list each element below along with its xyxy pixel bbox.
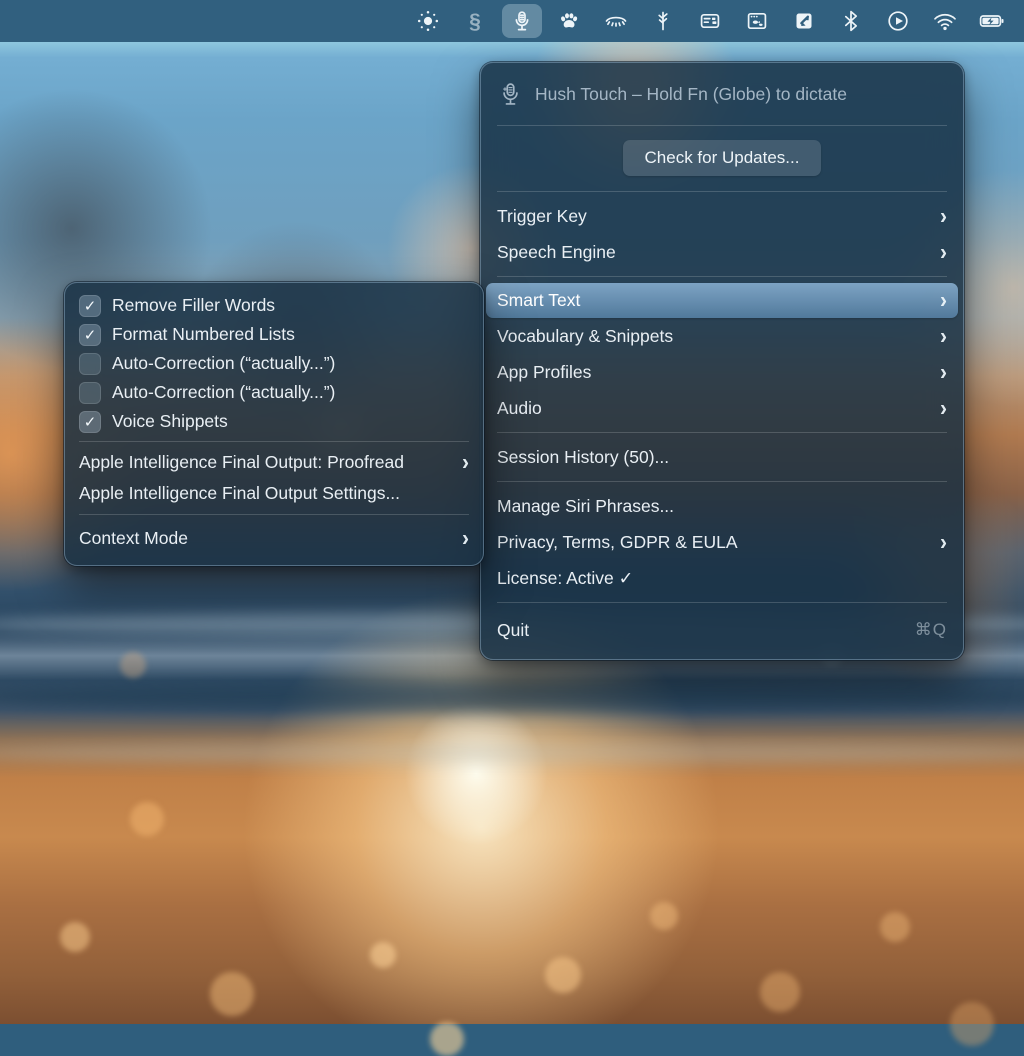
update-button-row: Check for Updates... — [481, 132, 963, 185]
menu-item-session-history[interactable]: Session History (50)... — [481, 439, 963, 475]
squiggle-icon[interactable]: § — [455, 4, 495, 38]
menu-item-speech-engine[interactable]: Speech Engine › — [481, 234, 963, 270]
submenu-item-ai-final-output-proofread[interactable]: Apple Intelligence Final Output: Proofre… — [65, 447, 483, 478]
quit-shortcut: ⌘Q — [915, 620, 947, 640]
submenu-item-voice-shippets[interactable]: ✓ Voice Shippets — [65, 407, 483, 436]
bokeh-light — [120, 652, 146, 678]
shore-foam-band — [0, 742, 1024, 764]
checkbox-unchecked-icon[interactable] — [79, 353, 101, 375]
menu-item-license-status: License: Active ✓ — [481, 560, 963, 596]
bokeh-light — [60, 922, 90, 952]
bokeh-light — [430, 1022, 464, 1056]
wifi-icon[interactable] — [925, 4, 965, 38]
brightness-icon[interactable] — [408, 4, 448, 38]
chevron-right-icon: › — [940, 204, 947, 227]
chevron-right-icon: › — [940, 530, 947, 553]
checkbox-checked-icon[interactable]: ✓ — [79, 295, 101, 317]
keyboard-icon[interactable] — [690, 4, 730, 38]
chevron-right-icon: › — [940, 360, 947, 383]
separator — [497, 276, 947, 277]
check-for-updates-button[interactable]: Check for Updates... — [623, 140, 822, 176]
submenu-item-format-numbered-lists[interactable]: ✓ Format Numbered Lists — [65, 320, 483, 349]
checkbox-checked-icon[interactable]: ✓ — [79, 324, 101, 346]
separator — [497, 125, 947, 126]
bokeh-light — [880, 912, 910, 942]
separator — [497, 191, 947, 192]
separator — [497, 432, 947, 433]
menu-bar: § — [0, 0, 1024, 42]
menu-item-audio[interactable]: Audio › — [481, 390, 963, 426]
sprout-icon[interactable] — [643, 4, 683, 38]
checkbox-unchecked-icon[interactable] — [79, 382, 101, 404]
bokeh-light — [650, 902, 678, 930]
separator — [497, 602, 947, 603]
battery-charging-icon[interactable] — [972, 4, 1012, 38]
menu-item-vocabulary-snippets[interactable]: Vocabulary & Snippets › — [481, 318, 963, 354]
screen-sparkle-icon[interactable] — [737, 4, 777, 38]
menu-header: Hush Touch – Hold Fn (Globe) to dictate — [481, 71, 963, 119]
bokeh-light — [370, 942, 396, 968]
menu-item-smart-text[interactable]: Smart Text › — [486, 283, 958, 318]
squiggle-glyph: § — [469, 11, 481, 32]
separator — [497, 481, 947, 482]
chevron-right-icon: › — [940, 396, 947, 419]
chevron-right-icon: › — [462, 527, 469, 550]
smart-text-submenu: ✓ Remove Filler Words ✓ Format Numbered … — [64, 282, 484, 566]
menu-header-title: Hush Touch – Hold Fn (Globe) to dictate — [535, 84, 847, 105]
main-dropdown-menu: Hush Touch – Hold Fn (Globe) to dictate … — [480, 62, 964, 660]
bokeh-light — [760, 972, 800, 1012]
separator — [79, 441, 469, 442]
microphone-icon[interactable] — [502, 4, 542, 38]
submenu-item-ai-final-output-settings[interactable]: Apple Intelligence Final Output Settings… — [65, 478, 483, 509]
submenu-item-auto-correction-2[interactable]: Auto-Correction (“actually...”) — [65, 378, 483, 407]
separator — [79, 514, 469, 515]
bokeh-light — [950, 1002, 994, 1046]
bluetooth-icon[interactable] — [831, 4, 871, 38]
menu-item-trigger-key[interactable]: Trigger Key › — [481, 198, 963, 234]
menu-item-manage-siri-phrases[interactable]: Manage Siri Phrases... — [481, 488, 963, 524]
bokeh-light — [210, 972, 254, 1016]
share-arrow-icon[interactable] — [784, 4, 824, 38]
sea-dark-band — [0, 682, 1024, 712]
paw-icon[interactable] — [549, 4, 589, 38]
menu-item-privacy-terms[interactable]: Privacy, Terms, GDPR & EULA › — [481, 524, 963, 560]
submenu-item-context-mode[interactable]: Context Mode › — [65, 520, 483, 557]
chevron-right-icon: › — [940, 324, 947, 347]
eye-closed-icon[interactable] — [596, 4, 636, 38]
bokeh-light — [130, 802, 164, 836]
menu-item-quit[interactable]: Quit ⌘Q — [481, 609, 963, 651]
submenu-item-auto-correction-1[interactable]: Auto-Correction (“actually...”) — [65, 349, 483, 378]
microphone-header-icon — [497, 81, 524, 108]
checkbox-checked-icon[interactable]: ✓ — [79, 411, 101, 433]
submenu-item-remove-filler-words[interactable]: ✓ Remove Filler Words — [65, 291, 483, 320]
bokeh-light — [545, 957, 581, 993]
menu-item-app-profiles[interactable]: App Profiles › — [481, 354, 963, 390]
chevron-right-icon: › — [462, 451, 469, 474]
play-circle-icon[interactable] — [878, 4, 918, 38]
chevron-right-icon: › — [940, 289, 947, 312]
chevron-right-icon: › — [940, 240, 947, 263]
